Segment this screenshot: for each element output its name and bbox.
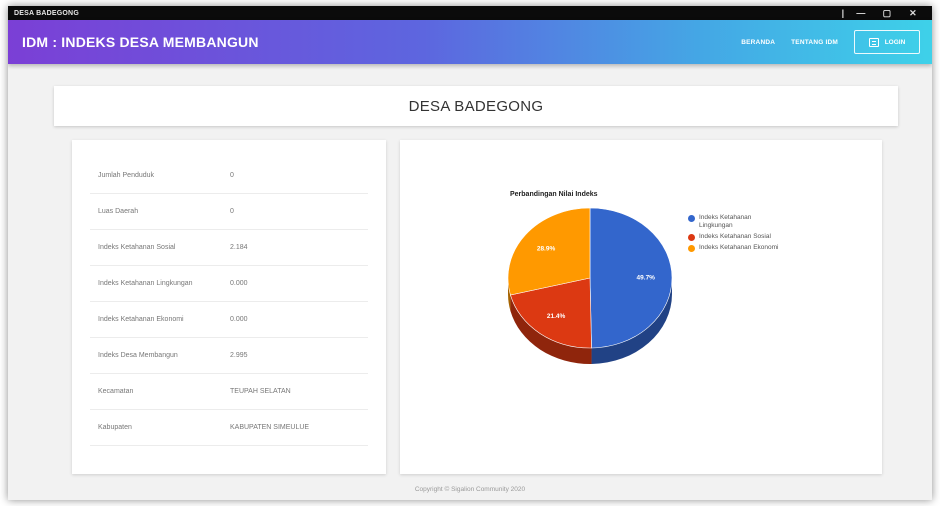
pie-slice-label: 49.7% (637, 275, 656, 282)
info-label: Kabupaten (98, 424, 132, 431)
info-value: KABUPATEN SIMEULUE (230, 424, 310, 431)
info-row: Kabupaten KABUPATEN SIMEULUE (90, 410, 368, 446)
nav-home-link[interactable]: BERANDA (741, 39, 775, 46)
footer-copyright: Copyright © Sigalion Community 2020 (414, 486, 526, 493)
maximize-button[interactable]: ▢ (874, 6, 900, 20)
info-label: Jumlah Penduduk (98, 172, 155, 179)
info-value: 2.184 (230, 244, 248, 251)
info-label: Indeks Ketahanan Ekonomi (98, 316, 184, 323)
window-titlebar: DESA BADEGONG | — ▢ ✕ (8, 6, 932, 20)
info-row: Indeks Ketahanan Sosial 2.184 (90, 230, 368, 266)
app-brand[interactable]: IDM : INDEKS DESA MEMBANGUN (22, 34, 725, 50)
info-value: 0 (230, 172, 234, 179)
nav-about-link[interactable]: TENTANG IDM (791, 39, 838, 46)
pie-chart: 49.7% 21.4% 28.9% (507, 207, 673, 364)
login-icon (868, 37, 879, 47)
minimize-button[interactable]: — (848, 6, 874, 20)
info-value: 0.000 (230, 280, 248, 287)
village-header-card: DESA BADEGONG (54, 86, 898, 126)
window-controls: | — ▢ ✕ (838, 6, 926, 20)
info-table: Jumlah Penduduk 0 Luas Daerah 0 Indeks Ketah… (90, 158, 368, 446)
info-row: Luas Daerah 0 (90, 194, 368, 230)
info-label: Kecamatan (98, 388, 134, 395)
info-value: 2.995 (230, 352, 248, 359)
chart-card: 49.7% 21.4% 28.9% Perbandingan Nilai Indek… (400, 140, 882, 474)
legend-item: Indeks Ketahanan Lingkungan (688, 214, 798, 230)
info-row: Indeks Ketahanan Ekonomi 0.000 (90, 302, 368, 338)
village-info-card: Jumlah Penduduk 0 Luas Daerah 0 Indeks Ketah… (72, 140, 386, 474)
legend-item: Indeks Ketahanan Sosial (688, 233, 798, 241)
info-label: Indeks Ketahanan Sosial (98, 244, 176, 251)
info-value: 0 (230, 208, 234, 215)
chart-title: Perbandingan Nilai Indeks (510, 191, 598, 198)
chart-legend: Indeks Ketahanan Lingkungan Indeks Ketaha… (688, 214, 798, 255)
window-title: DESA BADEGONG (14, 9, 79, 17)
info-value: 0.000 (230, 316, 248, 323)
info-label: Luas Daerah (98, 208, 139, 215)
app-navbar: IDM : INDEKS DESA MEMBANGUN BERANDA TENT… (8, 20, 932, 64)
legend-label: Indeks Ketahanan Lingkungan (699, 214, 752, 229)
info-row: Indeks Ketahanan Lingkungan 0.000 (90, 266, 368, 302)
info-row: Jumlah Penduduk 0 (90, 158, 368, 194)
login-button[interactable]: LOGIN (854, 30, 920, 54)
village-title: DESA BADEGONG (408, 97, 544, 115)
titlebar-separator: | (841, 8, 845, 18)
pie-slice-label: 21.4% (547, 313, 566, 320)
app-window: DESA BADEGONG | — ▢ ✕ IDM : INDEKS DESA … (8, 6, 932, 500)
close-button[interactable]: ✕ (900, 6, 926, 20)
legend-swatch (688, 245, 695, 252)
legend-swatch (688, 234, 695, 241)
info-label: Indeks Desa Membangun (98, 352, 178, 359)
legend-item: Indeks Ketahanan Ekonomi (688, 244, 798, 252)
info-value: TEUPAH SELATAN (230, 388, 291, 395)
info-row: Kecamatan TEUPAH SELATAN (90, 374, 368, 410)
pie-slice-label: 28.9% (537, 246, 556, 253)
info-row: Indeks Desa Membangun 2.995 (90, 338, 368, 374)
info-label: Indeks Ketahanan Lingkungan (98, 280, 193, 287)
nav-menu: BERANDA TENTANG IDM LOGIN (725, 30, 920, 54)
legend-swatch (688, 215, 695, 222)
legend-label: Indeks Ketahanan Ekonomi (699, 244, 779, 251)
legend-label: Indeks Ketahanan Sosial (699, 233, 771, 240)
login-label: LOGIN (884, 38, 906, 46)
